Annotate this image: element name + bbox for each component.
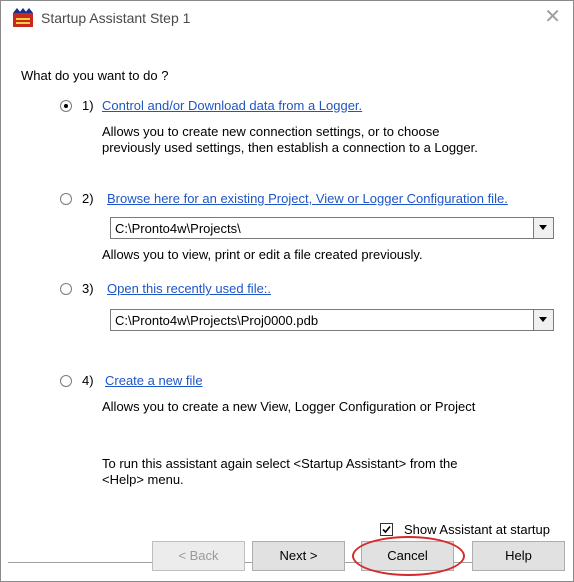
project-folder-value: C:\Pronto4w\Projects\ — [115, 221, 241, 236]
chevron-down-icon — [539, 225, 547, 230]
title-bar: Startup Assistant Step 1 ✕ — [1, 1, 573, 35]
open-recent-file-link[interactable]: Open this recently used file:. — [107, 281, 271, 296]
option-1-description-line: Allows you to create new connection sett… — [102, 124, 440, 139]
create-new-file-link[interactable]: Create a new file — [105, 373, 203, 388]
dialog-content: What do you want to do ? 1) Control and/… — [8, 35, 564, 575]
option-4-radio[interactable] — [60, 375, 72, 387]
show-assistant-label: Show Assistant at startup — [404, 522, 550, 537]
chevron-down-icon — [539, 317, 547, 322]
option-2-radio[interactable] — [60, 193, 72, 205]
option-3-radio[interactable] — [60, 283, 72, 295]
checkmark-icon — [382, 525, 391, 534]
cancel-button[interactable]: Cancel — [361, 541, 454, 571]
recent-file-dropdown-button[interactable] — [533, 310, 553, 330]
option-4-description: Allows you to create a new View, Logger … — [102, 399, 476, 414]
option-2-description: Allows you to view, print or edit a file… — [102, 247, 423, 262]
project-folder-combo[interactable]: C:\Pronto4w\Projects\ — [110, 217, 554, 239]
startup-assistant-dialog: Startup Assistant Step 1 ✕ What do you w… — [0, 0, 574, 582]
close-icon[interactable]: ✕ — [544, 7, 561, 27]
recent-file-value: C:\Pronto4w\Projects\Proj0000.pdb — [115, 313, 319, 328]
show-assistant-checkbox[interactable] — [380, 523, 393, 536]
window-title: Startup Assistant Step 1 — [41, 10, 191, 26]
project-folder-dropdown-button[interactable] — [533, 218, 553, 238]
footer-note-line: To run this assistant again select <Star… — [102, 456, 458, 471]
option-1-number: 1) — [82, 98, 94, 113]
option-3-number: 3) — [82, 281, 94, 296]
option-1-description: Allows you to create new connection sett… — [102, 124, 478, 156]
question-heading: What do you want to do ? — [21, 68, 169, 83]
recent-file-combo[interactable]: C:\Pronto4w\Projects\Proj0000.pdb — [110, 309, 554, 331]
app-logo-icon — [13, 8, 33, 27]
back-button[interactable]: < Back — [152, 541, 245, 571]
option-1-description-line: previously used settings, then establish… — [102, 140, 478, 155]
control-download-link[interactable]: Control and/or Download data from a Logg… — [102, 98, 362, 113]
option-2-number: 2) — [82, 191, 94, 206]
footer-note: To run this assistant again select <Star… — [102, 456, 458, 488]
footer-note-line: <Help> menu. — [102, 472, 184, 487]
help-button[interactable]: Help — [472, 541, 565, 571]
option-4-number: 4) — [82, 373, 94, 388]
option-1-radio[interactable] — [60, 100, 72, 112]
browse-existing-file-link[interactable]: Browse here for an existing Project, Vie… — [107, 191, 508, 206]
next-button[interactable]: Next > — [252, 541, 345, 571]
